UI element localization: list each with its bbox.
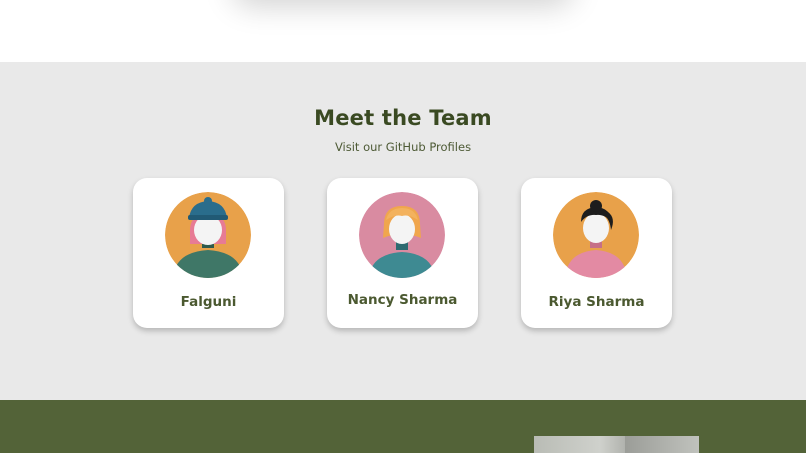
member-name: Falguni (180, 294, 237, 310)
team-section: Meet the Team Visit our GitHub Profiles … (0, 62, 806, 400)
section-title: Meet the Team (314, 106, 492, 130)
footer (0, 400, 806, 453)
woman-blonde-bob-avatar-icon (359, 192, 445, 278)
woman-black-bun-avatar-icon (553, 192, 639, 278)
team-card-riya-sharma[interactable]: Riya Sharma (521, 178, 672, 328)
woman-blue-beanie-avatar-icon (165, 192, 251, 278)
footer-image (534, 436, 699, 453)
top-section (0, 0, 806, 62)
avatar (359, 192, 445, 278)
team-card-nancy-sharma[interactable]: Nancy Sharma (327, 178, 478, 328)
member-name: Nancy Sharma (347, 292, 458, 308)
footer-image-segment (625, 436, 699, 453)
avatar (165, 192, 251, 278)
member-name: Riya Sharma (548, 294, 645, 310)
avatar (553, 192, 639, 278)
team-card-falguni[interactable]: Falguni (133, 178, 284, 328)
section-subtitle: Visit our GitHub Profiles (334, 140, 472, 154)
